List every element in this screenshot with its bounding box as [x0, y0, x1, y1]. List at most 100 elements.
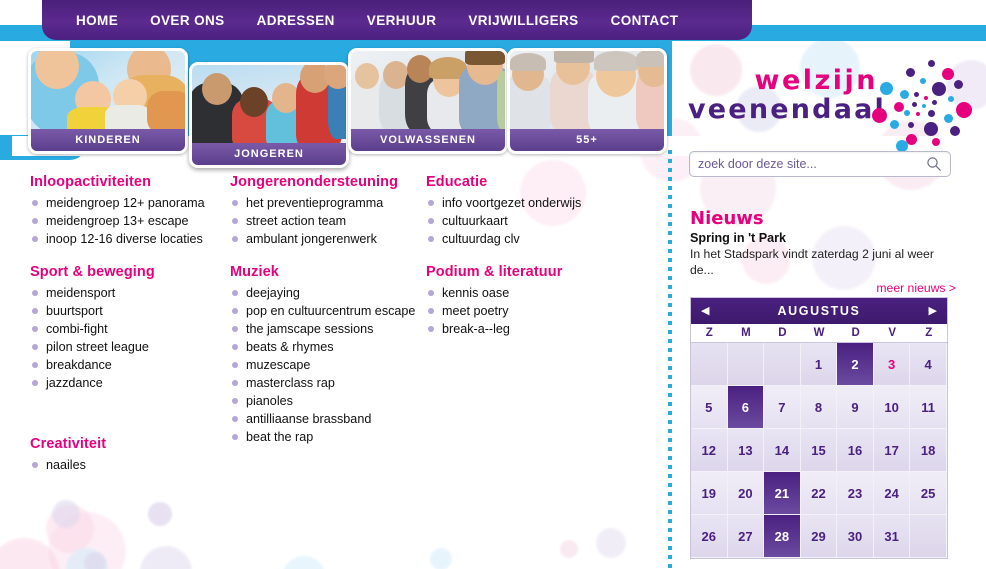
section-heading: Educatie — [426, 174, 488, 190]
list-item[interactable]: antilliaanse brassband — [230, 410, 426, 428]
link-group: Educatie info voortgezet onderwijs cultu… — [426, 174, 636, 248]
list-item[interactable]: pianoles — [230, 392, 426, 410]
calendar-day-cell[interactable]: 4 — [910, 343, 947, 386]
list-item[interactable]: beat the rap — [230, 428, 426, 446]
logo-line-veenendaal: veenendaal — [688, 94, 887, 125]
calendar-day-cell[interactable]: 28 — [764, 515, 801, 558]
dayname: D — [778, 327, 787, 339]
nav-item-verhuur[interactable]: VERHUUR — [351, 13, 453, 28]
hero-tile-jongeren[interactable]: JONGEREN — [189, 62, 349, 168]
link-list: deejaying pop en cultuurcentrum escape t… — [230, 284, 426, 446]
calendar-day-cell[interactable]: 14 — [764, 429, 801, 472]
hero-tile-55plus[interactable]: 55+ — [507, 48, 667, 154]
hero-photo-jongeren — [192, 65, 346, 143]
calendar-day-cell[interactable]: 12 — [691, 429, 728, 472]
list-item[interactable]: breakdance — [30, 356, 230, 374]
site-logo[interactable]: welzijn veenendaal — [686, 58, 976, 152]
hero-photo-55plus — [510, 51, 664, 129]
list-item[interactable]: break-a--leg — [426, 320, 636, 338]
list-item[interactable]: street action team — [230, 212, 426, 230]
search-box[interactable] — [689, 151, 951, 177]
calendar-day-cell[interactable]: 22 — [800, 472, 838, 515]
nav-item-adressen[interactable]: ADRESSEN — [241, 13, 351, 28]
calendar-day-cell[interactable]: 11 — [910, 386, 947, 429]
list-item[interactable]: pop en cultuurcentrum escape — [230, 302, 426, 320]
calendar-day-cell[interactable]: 16 — [837, 429, 874, 472]
calendar-day-cell[interactable]: 9 — [837, 386, 874, 429]
calendar-day-cell[interactable]: 1 — [800, 343, 838, 386]
section-heading: Jongerenondersteuning — [230, 174, 399, 190]
link-columns: Inloopactiviteiten meidengroep 12+ panor… — [30, 174, 660, 490]
link-group: Sport & beweging meidensport buurtsport … — [30, 264, 230, 392]
hero-tile-kinderen[interactable]: KINDEREN — [28, 48, 188, 154]
calendar-day-cell[interactable]: 19 — [691, 472, 728, 515]
list-item[interactable]: cultuurkaart — [426, 212, 636, 230]
calendar-day-cell[interactable]: 18 — [910, 429, 947, 472]
calendar-day-cell[interactable]: 23 — [837, 472, 874, 515]
list-item[interactable]: meet poetry — [426, 302, 636, 320]
calendar-day-cell[interactable]: 6 — [727, 386, 765, 429]
link-column-1: Inloopactiviteiten meidengroep 12+ panor… — [30, 174, 230, 490]
link-list: meidensport buurtsport combi-fight pilon… — [30, 284, 230, 392]
calendar-day-cell[interactable]: 13 — [727, 429, 765, 472]
news-item-title[interactable]: Spring in 't Park — [690, 230, 956, 246]
hero-tile-volwassenen[interactable]: VOLWASSENEN — [348, 48, 508, 154]
calendar-day-cell[interactable]: 3 — [873, 343, 911, 386]
calendar-day-cell[interactable]: 15 — [800, 429, 838, 472]
list-item[interactable]: pilon street league — [30, 338, 230, 356]
logo-wordmark: welzijn veenendaal — [688, 65, 887, 125]
news-panel: Nieuws Spring in 't Park In het Stadspar… — [690, 208, 956, 295]
list-item[interactable]: naailes — [30, 456, 230, 474]
nav-item-home[interactable]: HOME — [60, 13, 134, 28]
search-icon[interactable] — [926, 156, 942, 172]
hero-photo-kinderen — [31, 51, 185, 129]
nav-item-contact[interactable]: CONTACT — [595, 13, 695, 28]
list-item[interactable]: buurtsport — [30, 302, 230, 320]
logo-line-welzijn: welzijn — [754, 65, 878, 96]
calendar-header: ◀ AUGUSTUS ▶ — [691, 298, 947, 324]
list-item[interactable]: combi-fight — [30, 320, 230, 338]
nav-item-vrijwilligers[interactable]: VRIJWILLIGERS — [452, 13, 594, 28]
calendar-day-cell[interactable]: 17 — [873, 429, 911, 472]
list-item[interactable]: jazzdance — [30, 374, 230, 392]
calendar-day-cell[interactable]: 24 — [873, 472, 911, 515]
sidebar: welzijn veenendaal zoek door deze site..… — [686, 0, 986, 569]
list-item[interactable]: meidengroep 13+ escape — [30, 212, 230, 230]
calendar-day-cell[interactable]: 29 — [800, 515, 838, 558]
calendar-day-cell[interactable]: 31 — [873, 515, 911, 558]
list-item[interactable]: ambulant jongerenwerk — [230, 230, 426, 248]
list-item[interactable]: meidengroep 12+ panorama — [30, 194, 230, 212]
list-item[interactable]: masterclass rap — [230, 374, 426, 392]
triangle-right-icon[interactable]: ▶ — [929, 305, 937, 317]
calendar-day-cell[interactable]: 21 — [764, 472, 801, 515]
list-item[interactable]: muzescape — [230, 356, 426, 374]
list-item[interactable]: inoop 12-16 diverse locaties — [30, 230, 230, 248]
calendar-day-cell[interactable]: 10 — [873, 386, 911, 429]
calendar-day-cell[interactable]: 26 — [691, 515, 728, 558]
triangle-left-icon[interactable]: ◀ — [701, 305, 709, 317]
list-item[interactable]: kennis oase — [426, 284, 636, 302]
list-item[interactable]: info voortgezet onderwijs — [426, 194, 636, 212]
link-column-2: Jongerenondersteuning het preventieprogr… — [230, 174, 426, 490]
calendar-day-cell[interactable]: 2 — [837, 343, 874, 386]
calendar-day-cell[interactable]: 5 — [691, 386, 728, 429]
calendar-day-cell[interactable]: 8 — [800, 386, 838, 429]
link-group: Creativiteit naailes — [30, 436, 230, 474]
list-item[interactable]: deejaying — [230, 284, 426, 302]
calendar-day-cell[interactable]: 20 — [727, 472, 765, 515]
list-item[interactable]: cultuurdag clv — [426, 230, 636, 248]
dayname: W — [813, 327, 825, 339]
search-input[interactable] — [698, 157, 926, 171]
calendar-day-cell[interactable]: 7 — [764, 386, 801, 429]
list-item[interactable]: het preventieprogramma — [230, 194, 426, 212]
calendar-day-cell[interactable]: 25 — [910, 472, 947, 515]
calendar-month-label: AUGUSTUS — [777, 304, 861, 318]
list-item[interactable]: the jamscape sessions — [230, 320, 426, 338]
list-item[interactable]: beats & rhymes — [230, 338, 426, 356]
more-news-link[interactable]: meer nieuws > — [690, 281, 956, 295]
link-group: Jongerenondersteuning het preventieprogr… — [230, 174, 426, 248]
list-item[interactable]: meidensport — [30, 284, 230, 302]
calendar-day-cell[interactable]: 30 — [837, 515, 874, 558]
nav-item-over-ons[interactable]: OVER ONS — [134, 13, 240, 28]
calendar-day-cell[interactable]: 27 — [727, 515, 765, 558]
